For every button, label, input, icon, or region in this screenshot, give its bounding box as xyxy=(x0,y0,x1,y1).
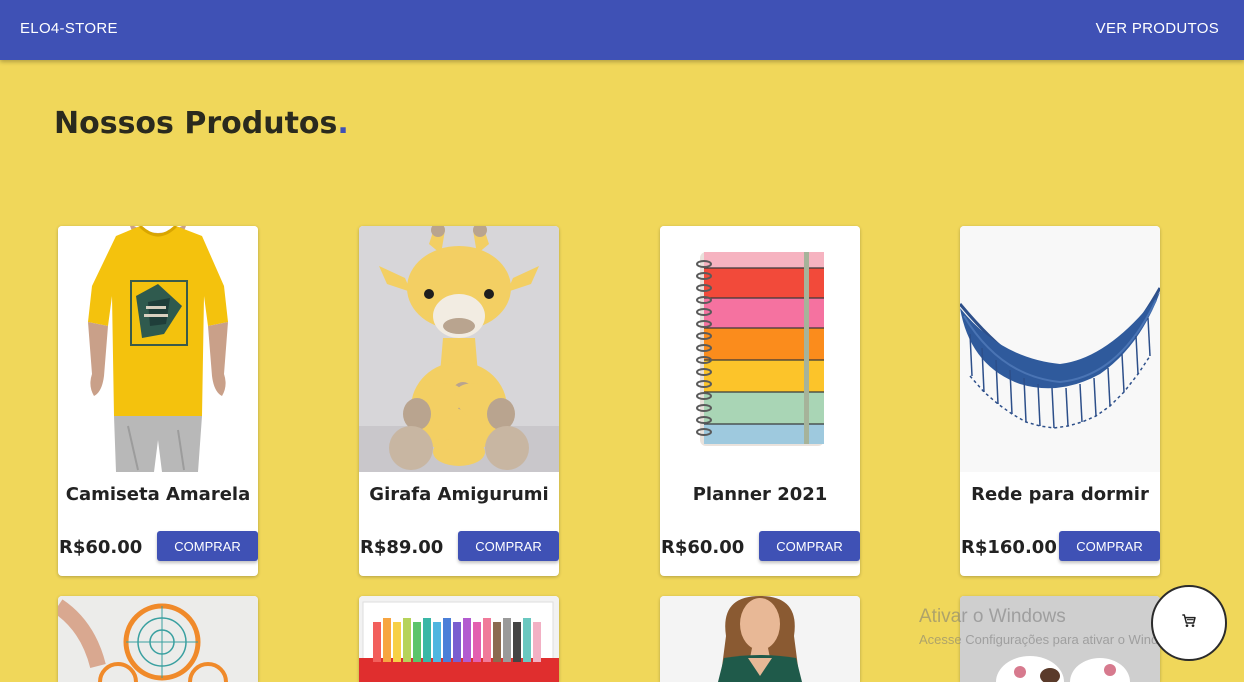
product-name: Rede para dormir xyxy=(971,484,1149,505)
page-title-text: Nossos Produtos xyxy=(54,106,338,141)
product-image-planner[interactable] xyxy=(660,226,860,472)
product-name: Girafa Amigurumi xyxy=(369,484,549,505)
product-card xyxy=(58,596,258,682)
product-price: R$160.00 xyxy=(961,537,1057,558)
product-card xyxy=(359,596,559,682)
product-price: R$89.00 xyxy=(360,537,444,558)
product-name: Camiseta Amarela xyxy=(65,484,251,505)
page-title: Nossos Produtos. xyxy=(54,106,349,141)
shopping-cart-icon xyxy=(1181,613,1197,634)
product-image-tshirt[interactable] xyxy=(58,226,258,472)
product-name: Planner 2021 xyxy=(692,484,828,505)
comprar-button[interactable]: COMPRAR xyxy=(759,531,860,561)
brand-logo[interactable]: ELO4-STORE xyxy=(20,20,118,37)
windows-activation-watermark: Ativar o Windows Acesse Configurações pa… xyxy=(919,606,1185,647)
cart-button[interactable] xyxy=(1151,585,1227,661)
watermark-subtitle: Acesse Configurações para ativar o Windo… xyxy=(919,632,1185,647)
watermark-title: Ativar o Windows xyxy=(919,606,1066,627)
product-card: Girafa Amigurumi R$89.00 COMPRAR xyxy=(359,226,559,576)
product-image-giraffe[interactable] xyxy=(359,226,559,472)
product-image-markers[interactable] xyxy=(359,596,559,682)
product-card: Rede para dormir R$160.00 COMPRAR xyxy=(960,226,1160,576)
comprar-button[interactable]: COMPRAR xyxy=(1059,531,1160,561)
product-price: R$60.00 xyxy=(661,537,745,558)
comprar-button[interactable]: COMPRAR xyxy=(458,531,559,561)
title-dot: . xyxy=(337,106,349,141)
product-card: Planner 2021 R$60.00 COMPRAR xyxy=(660,226,860,576)
product-card: Camiseta Amarela R$60.00 COMPRAR xyxy=(58,226,258,576)
product-image-hammock[interactable] xyxy=(960,226,1160,472)
product-card xyxy=(660,596,860,682)
product-price: R$60.00 xyxy=(59,537,143,558)
product-image-dreamcatcher[interactable] xyxy=(58,596,258,682)
app-bar: ELO4-STORE VER PRODUTOS xyxy=(0,0,1244,60)
comprar-button[interactable]: COMPRAR xyxy=(157,531,258,561)
product-image-dress[interactable] xyxy=(660,596,860,682)
ver-produtos-link[interactable]: VER PRODUTOS xyxy=(1096,20,1219,37)
